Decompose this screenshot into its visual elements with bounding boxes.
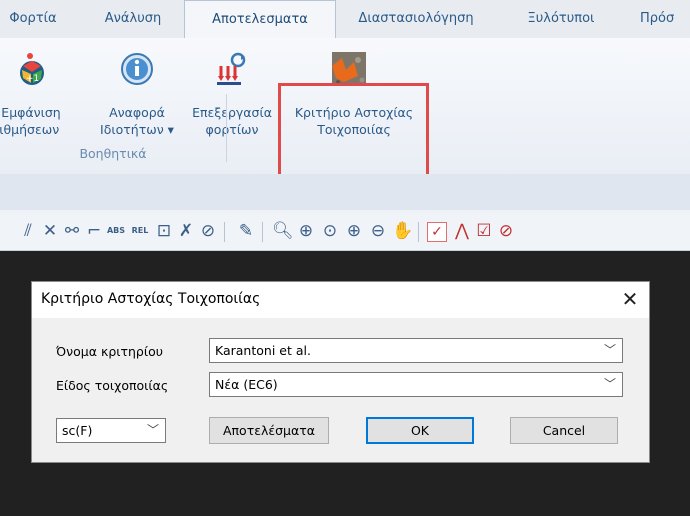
rel-coordinates-icon[interactable]: REL — [130, 220, 150, 242]
masonry-failure-criterion-dialog: Κριτήριο Αστοχίας Τοιχοποιίας ✕ Όνομα κρ… — [31, 281, 650, 463]
zoom-previous-icon[interactable]: ⊙ — [320, 220, 340, 242]
properties-report-label-2: Ιδιοτήτων ▾ — [100, 122, 174, 137]
snap-box-icon[interactable]: ⊡ — [154, 220, 174, 242]
tab-design[interactable]: Διαστασιολόγηση — [340, 0, 492, 38]
ribbon-group-separator — [226, 94, 227, 162]
tab-more[interactable]: Πρόσ — [640, 0, 690, 38]
toolbar-separator — [262, 222, 263, 242]
pan-hand-icon[interactable]: ✋ — [392, 220, 413, 242]
toolbar-separator — [224, 222, 225, 242]
display-numbering-label-2: Αριθμήσεων — [0, 122, 60, 137]
dialog-title: Κριτήριο Αστοχίας Τοιχοποιίας — [41, 291, 261, 307]
zoom-window-icon[interactable]: 🔍︎ — [272, 220, 294, 242]
polyline-icon[interactable]: ⋀ — [452, 220, 472, 242]
ribbon-panel: +1 Εμφάνιση Αριθμήσεων Αναφορά Ιδιοτήτων… — [0, 38, 690, 191]
toolbar-separator — [418, 222, 419, 242]
info-icon — [121, 53, 153, 85]
tab-results[interactable]: Αποτελεσματα — [184, 0, 336, 40]
tab-loads[interactable]: Φορτία — [0, 0, 78, 38]
display-numbering-button[interactable]: +1 Εμφάνιση Αριθμήσεων — [0, 42, 76, 142]
ribbon-group-label: Βοηθητικά — [79, 146, 147, 161]
ok-button[interactable]: OK — [366, 417, 474, 444]
criterion-name-value: Karantoni et al. — [215, 343, 311, 358]
load-editing-button[interactable]: Επεξεργασία φορτίων — [184, 42, 280, 142]
checked-toggle-icon[interactable]: ✓ — [427, 222, 447, 242]
zoom-out-icon[interactable]: ⊖ — [368, 220, 388, 242]
results-button[interactable]: Αποτελέσματα — [209, 417, 329, 444]
drawing-toolbar: ⫽ ✕ ⚯ ⌐ ABS REL ⊡ ✗ ⊘ ✎ 🔍︎ ⊕ ⊙ ⊕ ⊖ ✋ ✓ ⋀… — [0, 214, 690, 251]
perpendicular-icon[interactable]: ⌐ — [84, 220, 104, 242]
plot-quantity-value: sc(F) — [62, 423, 93, 438]
attach-icon[interactable]: ⊘ — [198, 220, 218, 242]
abs-coordinates-icon[interactable]: ABS — [106, 220, 126, 242]
pencil-icon[interactable]: ✎ — [236, 220, 256, 242]
load-editing-icon — [217, 52, 246, 85]
load-editing-label-1: Επεξεργασία — [192, 105, 272, 120]
chevron-down-icon: ﹀ — [146, 423, 159, 437]
masonry-failure-criterion-icon — [332, 52, 366, 86]
close-icon[interactable]: ✕ — [618, 287, 642, 311]
masonry-type-select[interactable]: Νέα (EC6) ﹀ — [209, 372, 623, 397]
ribbon-tab-bar: Φορτία Ανάλυση Αποτελεσματα Διαστασιολόγ… — [0, 0, 690, 40]
criterion-name-select[interactable]: Karantoni et al. ﹀ — [209, 338, 623, 363]
properties-report-button[interactable]: Αναφορά Ιδιοτήτων ▾ — [94, 42, 180, 142]
snap-node-icon[interactable]: ✗ — [176, 220, 196, 242]
criterion-name-label: Όνομα κριτηρίου — [56, 344, 163, 359]
cancel-button[interactable]: Cancel — [510, 417, 618, 444]
chevron-down-icon: ﹀ — [603, 343, 616, 357]
masonry-type-label: Είδος τοιχοποιίας — [56, 378, 169, 393]
load-editing-label-2: φορτίων — [205, 122, 259, 137]
tab-analysis[interactable]: Ανάλυση — [88, 0, 178, 38]
plot-quantity-select[interactable]: sc(F) ﹀ — [56, 418, 166, 443]
tab-formwork[interactable]: Ξυλότυποι — [516, 0, 606, 38]
intersection-icon[interactable]: ✕ — [40, 220, 60, 242]
chevron-down-icon: ﹀ — [603, 377, 616, 391]
zoom-in-icon[interactable]: ⊕ — [344, 220, 364, 242]
dialog-titlebar: Κριτήριο Αστοχίας Τοιχοποιίας ✕ — [32, 282, 649, 318]
snap-midpoint-icon[interactable]: ⚯ — [62, 220, 82, 242]
properties-report-label-1: Αναφορά — [109, 105, 165, 120]
zoom-extents-icon[interactable]: ⊕ — [296, 220, 316, 242]
ribbon-bottom-bar — [0, 174, 690, 211]
parallel-lines-icon[interactable]: ⫽ — [18, 220, 38, 242]
check-circle-icon[interactable]: ⊘ — [496, 220, 516, 242]
svg-text:+1: +1 — [26, 74, 39, 84]
checkbox-icon[interactable]: ☑ — [474, 220, 494, 242]
masonry-type-value: Νέα (EC6) — [215, 377, 278, 392]
display-numbering-icon: +1 — [20, 53, 44, 85]
display-numbering-label-1: Εμφάνιση — [1, 105, 61, 120]
